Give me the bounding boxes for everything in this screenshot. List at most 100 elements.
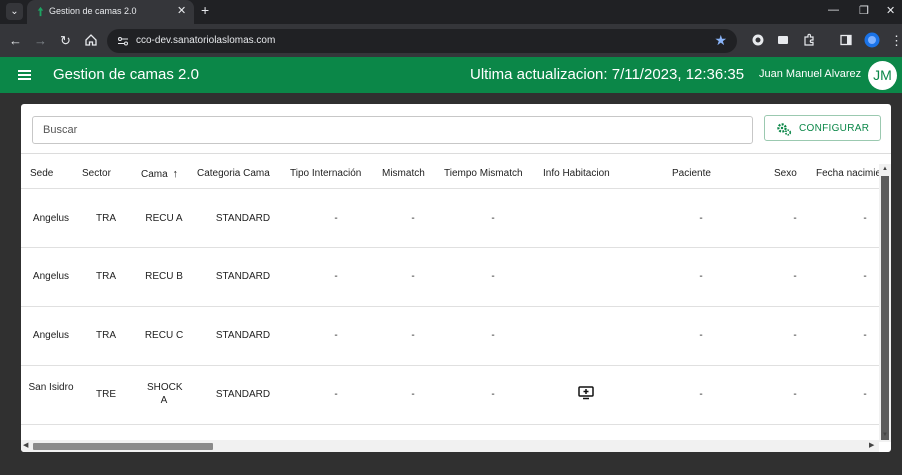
configure-label: CONFIGURAR bbox=[799, 123, 870, 134]
cell-tipo: - bbox=[334, 389, 338, 400]
cell-mismatch: - bbox=[411, 389, 415, 400]
cell-sector: TRA bbox=[96, 330, 116, 341]
table-row[interactable]: Angelus TRA RECU B STANDARD - - - - - - bbox=[21, 248, 879, 307]
table-row[interactable]: San Isidro TRE SHOCK A STANDARD - - - - … bbox=[21, 366, 879, 425]
cell-sexo: - bbox=[793, 213, 797, 224]
back-icon[interactable]: ← bbox=[9, 33, 22, 48]
address-bar[interactable]: cco-dev.sanatoriolaslomas.com ★ bbox=[107, 29, 737, 53]
extension-box-icon[interactable] bbox=[776, 33, 790, 47]
avatar[interactable]: JM bbox=[868, 61, 897, 90]
cell-categoria: STANDARD bbox=[215, 389, 271, 400]
col-header-cama[interactable]: Cama ↑ bbox=[141, 168, 178, 180]
col-header-sexo[interactable]: Sexo bbox=[774, 168, 797, 179]
cell-tiempo: - bbox=[491, 330, 495, 341]
app-header: Gestion de camas 2.0 Ultima actualizacio… bbox=[0, 57, 902, 93]
close-tab-icon[interactable]: ✕ bbox=[177, 4, 186, 17]
configure-button[interactable]: CONFIGURAR bbox=[764, 115, 881, 141]
cell-sector: TRA bbox=[96, 213, 116, 224]
close-window-icon[interactable]: ✕ bbox=[886, 4, 895, 17]
browser-tab[interactable]: Gestion de camas 2.0 ✕ bbox=[27, 0, 194, 24]
cell-sector: TRE bbox=[96, 389, 116, 400]
home-icon[interactable] bbox=[84, 33, 98, 47]
cell-categoria: STANDARD bbox=[215, 330, 271, 341]
col-header-tipo-internacion[interactable]: Tipo Internación bbox=[290, 168, 361, 179]
cell-tipo: - bbox=[334, 271, 338, 282]
cell-fecha: - bbox=[863, 389, 867, 400]
horizontal-scrollbar[interactable]: ◀ ▶ bbox=[21, 440, 879, 452]
cell-categoria: STANDARD bbox=[215, 271, 271, 282]
cell-tipo: - bbox=[334, 330, 338, 341]
profile-icon[interactable] bbox=[864, 32, 880, 48]
scroll-down-arrow-icon[interactable]: ▼ bbox=[882, 432, 888, 438]
new-tab-icon[interactable]: + bbox=[201, 2, 209, 18]
sort-arrow-up-icon[interactable]: ↑ bbox=[172, 168, 178, 180]
table-row[interactable]: Angelus TRA RECU A STANDARD - - - - - - bbox=[21, 189, 879, 248]
side-panel-icon[interactable] bbox=[839, 33, 853, 47]
reload-icon[interactable]: ↻ bbox=[60, 33, 71, 49]
monitor-add-icon[interactable] bbox=[578, 386, 594, 400]
scroll-left-arrow-icon[interactable]: ◀ bbox=[23, 441, 28, 449]
cell-sede: San Isidro bbox=[28, 382, 74, 393]
search-input[interactable]: Buscar bbox=[32, 116, 753, 144]
cell-mismatch: - bbox=[411, 271, 415, 282]
cell-fecha: - bbox=[863, 213, 867, 224]
bookmark-star-icon[interactable]: ★ bbox=[714, 32, 727, 49]
hamburger-menu-icon[interactable] bbox=[18, 70, 31, 80]
col-header-paciente[interactable]: Paciente bbox=[672, 168, 711, 179]
cell-paciente: - bbox=[699, 389, 703, 400]
cell-cama: RECU A bbox=[145, 213, 183, 224]
beds-table-card: Buscar CONFIGURAR Sede Sector Cama ↑ Cat… bbox=[21, 104, 891, 452]
col-header-info-habitacion[interactable]: Info Habitacion bbox=[543, 168, 610, 179]
cell-paciente: - bbox=[699, 213, 703, 224]
cell-tiempo: - bbox=[491, 213, 495, 224]
cell-sector: TRA bbox=[96, 271, 116, 282]
cell-cama: SHOCK A bbox=[147, 382, 183, 406]
cell-paciente: - bbox=[699, 271, 703, 282]
vertical-scroll-thumb[interactable] bbox=[881, 176, 889, 440]
col-header-sector[interactable]: Sector bbox=[82, 168, 111, 179]
url-text: cco-dev.sanatoriolaslomas.com bbox=[136, 35, 276, 46]
scroll-right-arrow-icon[interactable]: ▶ bbox=[869, 441, 874, 449]
horizontal-scroll-thumb[interactable] bbox=[33, 443, 213, 450]
extension-circle-icon[interactable] bbox=[751, 33, 765, 47]
extensions-puzzle-icon[interactable] bbox=[802, 33, 816, 47]
scroll-up-arrow-icon[interactable]: ▲ bbox=[882, 166, 888, 172]
tab-search-button[interactable]: ⌄ bbox=[6, 3, 23, 20]
cell-paciente: - bbox=[699, 330, 703, 341]
cell-mismatch: - bbox=[411, 330, 415, 341]
col-header-tiempo-mismatch[interactable]: Tiempo Mismatch bbox=[444, 168, 523, 179]
col-header-categoria[interactable]: Categoria Cama bbox=[197, 168, 270, 179]
divider bbox=[21, 153, 891, 154]
cell-tipo: - bbox=[334, 213, 338, 224]
tab-title: Gestion de camas 2.0 bbox=[49, 6, 137, 16]
cell-sexo: - bbox=[793, 389, 797, 400]
vertical-scrollbar[interactable]: ▲ ▼ bbox=[879, 164, 891, 442]
restore-icon[interactable]: ❐ bbox=[859, 4, 869, 17]
browser-tab-strip: ⌄ Gestion de camas 2.0 ✕ + — ❐ ✕ bbox=[0, 0, 902, 24]
cell-tiempo: - bbox=[491, 271, 495, 282]
minimize-icon[interactable]: — bbox=[828, 4, 839, 16]
more-menu-icon[interactable]: ⋮ bbox=[890, 33, 902, 49]
app-title: Gestion de camas 2.0 bbox=[53, 66, 199, 83]
col-header-fecha-nacimiento[interactable]: Fecha nacimie bbox=[816, 168, 881, 179]
cell-sexo: - bbox=[793, 330, 797, 341]
cell-cama: RECU B bbox=[145, 271, 183, 282]
cell-fecha: - bbox=[863, 271, 867, 282]
forward-icon[interactable]: → bbox=[34, 33, 47, 48]
cell-sede: Angelus bbox=[32, 330, 70, 341]
site-info-icon[interactable] bbox=[117, 35, 129, 47]
cell-cama: RECU C bbox=[144, 330, 184, 341]
search-placeholder: Buscar bbox=[43, 124, 78, 136]
cell-mismatch: - bbox=[411, 213, 415, 224]
hospital-bed-favicon-icon bbox=[37, 6, 44, 17]
col-header-mismatch[interactable]: Mismatch bbox=[382, 168, 425, 179]
cell-sexo: - bbox=[793, 271, 797, 282]
col-header-sede[interactable]: Sede bbox=[30, 168, 53, 179]
gears-icon bbox=[777, 123, 792, 136]
cell-fecha: - bbox=[863, 330, 867, 341]
cell-sede: Angelus bbox=[32, 271, 70, 282]
table-row[interactable]: Angelus TRA RECU C STANDARD - - - - - - bbox=[21, 307, 879, 366]
col-header-cama-label: Cama bbox=[141, 169, 168, 180]
last-update-text: Ultima actualizacion: 7/11/2023, 12:36:3… bbox=[470, 66, 745, 83]
browser-toolbar: ← → ↻ cco-dev.sanatoriolaslomas.com ★ ⋮ bbox=[0, 24, 902, 57]
